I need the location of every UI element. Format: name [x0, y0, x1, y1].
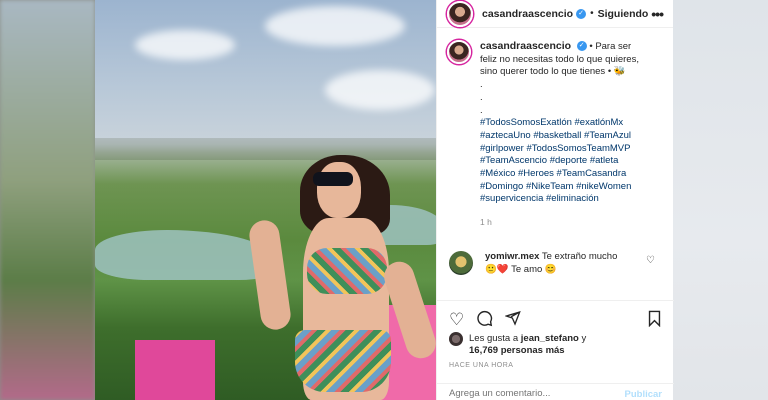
photo-person-face: [317, 162, 361, 218]
author-username[interactable]: casandraascencio: [482, 8, 573, 20]
comment-icon[interactable]: [476, 310, 493, 330]
photo-cloud: [265, 6, 405, 46]
photo-lagoon: [95, 230, 275, 280]
caption: casandraascencio ✓ • Para ser feliz no n…: [437, 28, 673, 229]
photo-city-skyline: [95, 138, 436, 160]
bookmark-icon[interactable]: [647, 310, 662, 330]
photo-cloud: [135, 30, 235, 60]
action-bar: ♡: [437, 300, 674, 332]
photo-cloud: [325, 70, 435, 110]
following-button[interactable]: Siguiendo: [598, 8, 649, 20]
post-photo[interactable]: [95, 0, 436, 400]
comment-input[interactable]: [449, 386, 609, 400]
add-comment-bar: Publicar: [437, 383, 674, 400]
share-icon[interactable]: [504, 310, 522, 329]
blurred-background-left: [0, 0, 95, 400]
photo-pink-structure: [135, 340, 215, 400]
caption-author-avatar[interactable]: [447, 40, 471, 64]
likes-prefix: Les gusta a: [469, 333, 519, 344]
caption-text: casandraascencio ✓ • Para ser feliz no n…: [480, 40, 648, 229]
comment-body: Te extraño mucho: [541, 250, 618, 262]
caption-bullet: •: [607, 66, 612, 78]
liker-avatar[interactable]: [449, 332, 463, 346]
liker-username[interactable]: jean_stefano: [521, 333, 579, 344]
comment-text: yomiwr.mex Te extraño mucho 🙂❤️ Te amo 😊: [485, 251, 645, 276]
verified-badge-icon: ✓: [576, 41, 587, 52]
photo-person-sunglasses: [313, 172, 353, 186]
caption-hashtags[interactable]: #TodosSomosExatlón #exatlónMx #aztecaUno…: [480, 117, 648, 206]
photo-bikini-bottom: [295, 330, 391, 392]
likes-connector: y: [581, 333, 587, 344]
likes-count[interactable]: 16,769 personas más: [469, 345, 565, 356]
caption-time: 1 h: [480, 217, 492, 228]
likes-summary: Les gusta a jean_stefano y 16,769 person…: [449, 332, 587, 357]
post-header: casandraascencio ✓ • Siguiendo •••: [437, 0, 673, 28]
photo-person-arm: [247, 218, 293, 332]
post-timestamp: HACE UNA HORA: [449, 362, 514, 369]
comment-like-heart-icon[interactable]: ♡: [646, 255, 655, 266]
caption-filler: .: [480, 91, 483, 103]
comment-item: yomiwr.mex Te extraño mucho 🙂❤️ Te amo 😊…: [437, 229, 673, 276]
blurred-background-right: [673, 0, 768, 400]
comment-body-line2: 🙂❤️ Te amo 😊: [485, 263, 557, 275]
verified-badge-icon: ✓: [576, 8, 587, 19]
publish-button[interactable]: Publicar: [625, 389, 663, 400]
separator-dot: •: [590, 8, 594, 19]
bee-emoji-icon: 🐝: [613, 66, 626, 78]
commenter-username[interactable]: yomiwr.mex: [485, 251, 539, 262]
caption-username[interactable]: casandraascencio: [480, 40, 571, 52]
commenter-avatar[interactable]: [449, 250, 473, 275]
more-options-icon[interactable]: •••: [651, 6, 664, 22]
caption-filler: .: [480, 104, 483, 116]
post-side-panel: casandraascencio ✓ • Siguiendo ••• casan…: [436, 0, 674, 400]
caption-filler: .: [480, 79, 483, 91]
heart-icon[interactable]: ♡: [449, 311, 464, 328]
photo-bikini-top: [307, 248, 387, 294]
author-avatar[interactable]: [447, 0, 473, 27]
caption-bullet: •: [589, 41, 593, 52]
